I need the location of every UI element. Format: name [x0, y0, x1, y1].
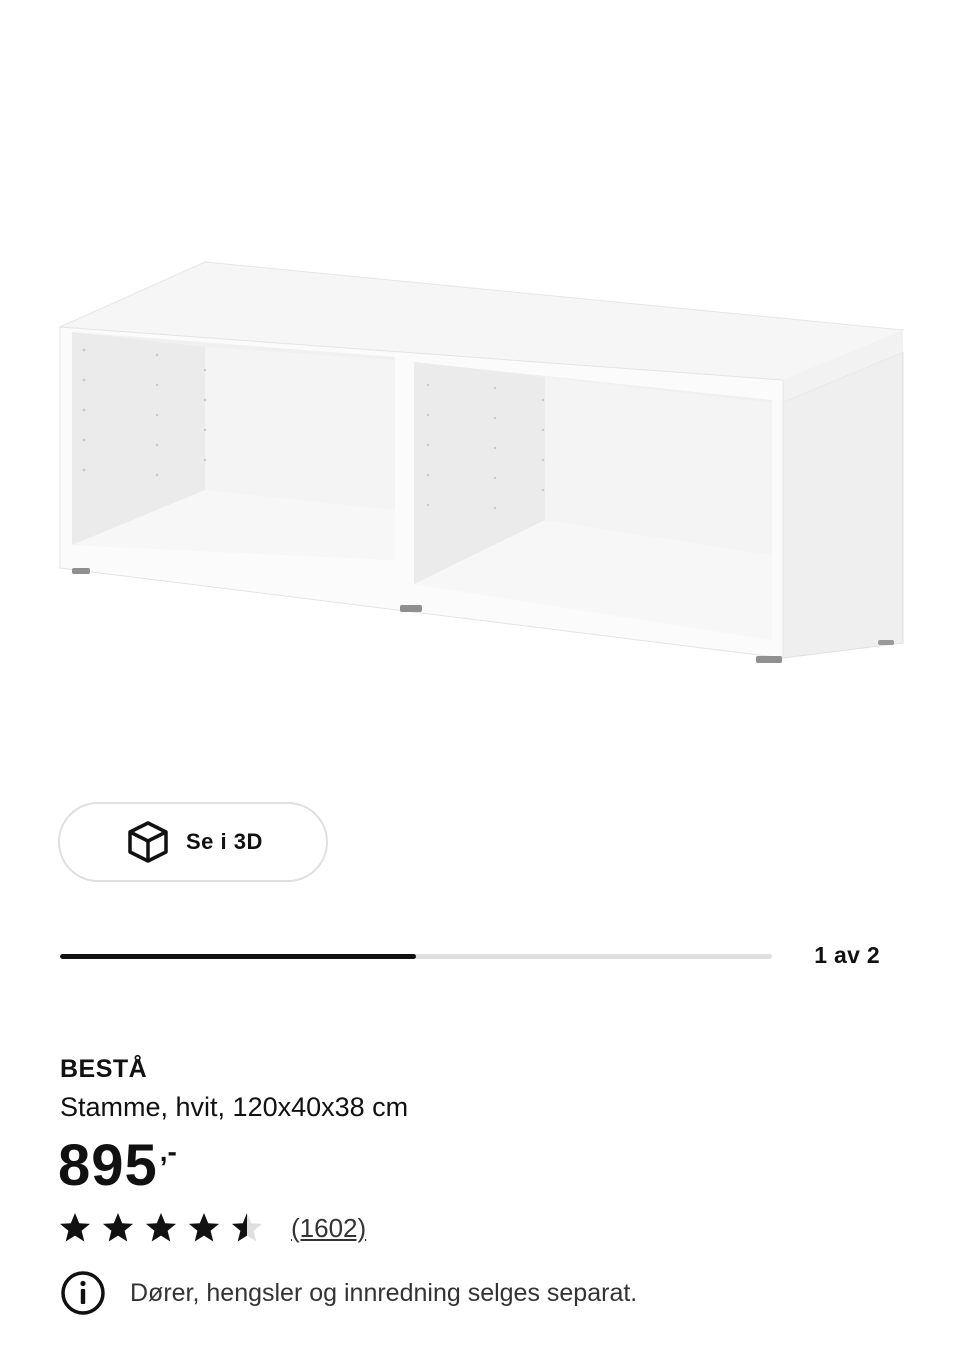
product-notice: Dører, hengsler og innredning selges sep…	[60, 1270, 637, 1316]
price-value: 895	[58, 1133, 158, 1198]
star-half-icon	[232, 1213, 262, 1242]
product-rating[interactable]: (1602)	[58, 1208, 366, 1248]
star-filled-icon	[146, 1213, 176, 1242]
cube-icon	[124, 818, 172, 866]
product-description: Stamme, hvit, 120x40x38 cm	[60, 1092, 409, 1122]
product-price: 895 ,-	[58, 1130, 177, 1202]
info-icon	[61, 1271, 105, 1315]
gallery-progress-fill	[60, 954, 416, 959]
star-filled-icon	[103, 1213, 133, 1242]
rating-stars	[58, 1211, 273, 1245]
product-image[interactable]	[0, 0, 960, 780]
price-suffix: ,-	[159, 1136, 177, 1167]
view-3d-label: Se i 3D	[186, 829, 263, 854]
gallery-progress-bar	[60, 954, 772, 959]
gallery-pager: 1 av 2	[814, 942, 880, 968]
review-count-link[interactable]: (1602)	[291, 1213, 366, 1244]
star-filled-icon	[60, 1213, 90, 1242]
shelf-illustration	[58, 261, 905, 663]
star-filled-icon	[189, 1213, 219, 1242]
notice-text: Dører, hengsler og innredning selges sep…	[130, 1278, 638, 1307]
view-3d-button[interactable]: Se i 3D	[58, 802, 328, 882]
product-name: BESTÅ	[60, 1055, 148, 1083]
